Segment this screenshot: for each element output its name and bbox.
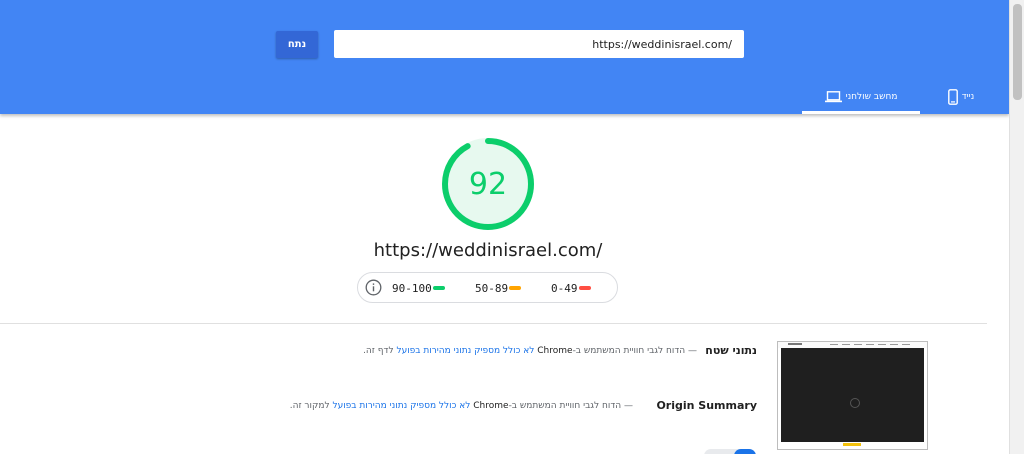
thumbnail-footer-mark — [843, 443, 861, 446]
tab-desktop[interactable]: מחשב שולחני — [802, 80, 920, 114]
thumbnail-nav-item — [854, 344, 862, 345]
legend-average-swatch — [509, 286, 522, 290]
url-input[interactable] — [334, 30, 744, 58]
legend-fail-label: 0-49 — [551, 281, 578, 295]
tab-active-indicator — [802, 111, 920, 114]
analyze-button[interactable]: נתח — [276, 31, 318, 58]
thumbnail-nav-item — [890, 344, 898, 345]
field-data-title: נתוני שטח — [705, 344, 757, 357]
field-data-link[interactable]: לא כולל מספיק נתוני מהירות בפועל — [396, 346, 534, 356]
tab-mobile-label: נייד — [961, 92, 975, 102]
thumbnail-nav-item — [878, 344, 886, 345]
legend-average-label: 50-89 — [475, 281, 509, 295]
field-data-desc-suffix: לדף זה. — [363, 346, 394, 356]
performance-score: 92 — [468, 166, 508, 202]
origin-summary-desc-suffix: למקור זה. — [289, 401, 330, 411]
legend-pass-label: 90-100 — [392, 281, 432, 295]
field-data-desc-prefix: הדוח לגבי חוויית המשתמש ב- — [572, 346, 686, 356]
origin-summary-desc-prefix: הדוח לגבי חוויית המשתמש ב- — [508, 401, 622, 411]
origin-summary-dash: — — [624, 401, 633, 411]
page: נתח מחשב שולחני נייד 92 ht — [0, 0, 1024, 454]
thumbnail-nav-item — [902, 344, 910, 345]
thumbnail-logo — [788, 343, 802, 345]
vertical-scrollbar[interactable] — [1009, 0, 1024, 454]
field-data-chrome: Chrome — [537, 346, 573, 356]
section-divider — [0, 323, 987, 324]
info-icon[interactable] — [365, 279, 382, 296]
thumbnail-hero — [781, 348, 924, 442]
laptop-icon — [824, 91, 842, 103]
legend-pass-swatch — [432, 286, 445, 290]
field-data-description: — הדוח לגבי חוויית המשתמש ב-Chrome לא כו… — [363, 346, 697, 356]
origin-summary-title: Origin Summary — [656, 399, 757, 412]
legend-fail: 0-49 — [551, 281, 591, 295]
legend-pass: 90-100 — [392, 281, 445, 295]
viewport: נתח מחשב שולחני נייד 92 ht — [0, 0, 1009, 454]
scrollbar-thumb[interactable] — [1013, 4, 1022, 100]
tab-desktop-label: מחשב שולחני — [845, 92, 898, 102]
thumbnail-nav-item — [830, 344, 838, 345]
app-header: נתח מחשב שולחני נייד — [0, 0, 1009, 114]
thumbnail-loading-circle — [850, 398, 860, 408]
legend-fail-swatch — [578, 286, 591, 290]
field-data-dash: — — [688, 346, 697, 356]
thumbnail-nav-item — [842, 344, 850, 345]
tested-url: https://weddinisrael.com/ — [373, 240, 603, 261]
tab-mobile[interactable]: נייד — [932, 80, 990, 114]
smartphone-icon — [947, 89, 958, 105]
thumbnail-nav-item — [866, 344, 874, 345]
origin-summary-chrome: Chrome — [473, 401, 509, 411]
score-legend: 90-100 50-89 0-49 — [357, 272, 618, 303]
origin-summary-description: — הדוח לגבי חוויית המשתמש ב-Chrome לא כו… — [290, 401, 633, 411]
page-screenshot-thumbnail — [777, 341, 928, 450]
legend-average: 50-89 — [475, 281, 522, 295]
view-toggle-thumb[interactable] — [734, 449, 756, 454]
origin-summary-link[interactable]: לא כולל מספיק נתוני מהירות בפועל — [332, 401, 470, 411]
